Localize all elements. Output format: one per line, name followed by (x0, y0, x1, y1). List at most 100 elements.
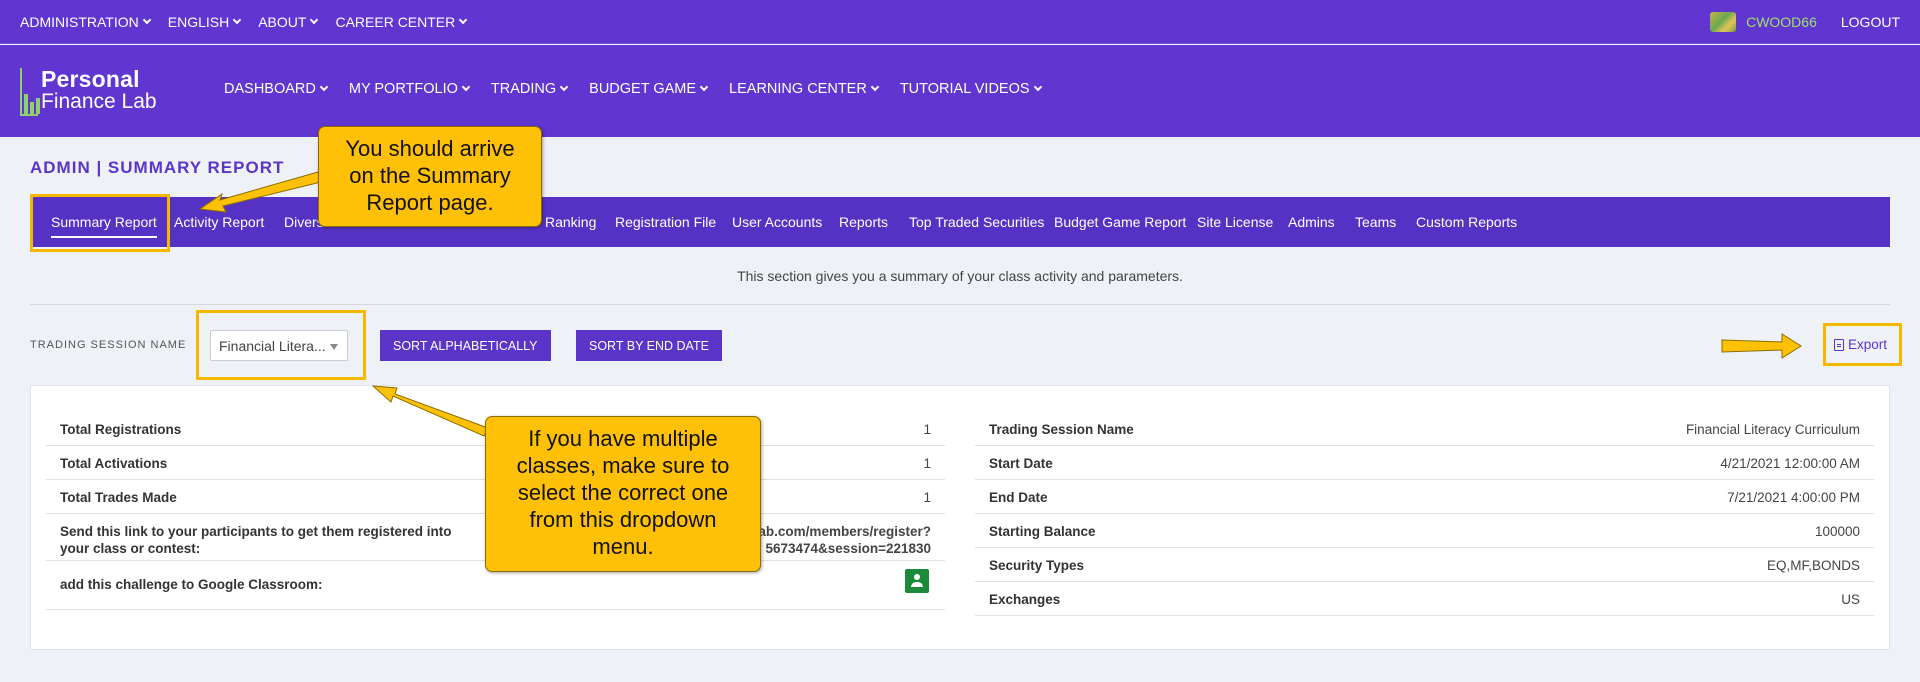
row-label: End Date (989, 490, 1048, 505)
tab-site-license[interactable]: Site License (1197, 214, 1273, 230)
summary-panel: Total Registrations 1 Total Activations … (30, 385, 1890, 650)
nav-label: MY PORTFOLIO (348, 81, 458, 97)
tab-teams[interactable]: Teams (1355, 214, 1396, 230)
callout-line: If you have multiple (528, 426, 718, 451)
callout-line: You should arrive (345, 136, 515, 161)
row-label: Security Types (989, 558, 1085, 573)
row-label: Total Activations (60, 456, 168, 471)
row-label: Total Registrations (60, 422, 182, 437)
table-row: Trading Session Name Financial Literacy … (975, 412, 1874, 446)
callout-line: classes, make sure to (516, 453, 730, 478)
logo[interactable]: Personal Finance Lab (20, 66, 185, 118)
table-row: Start Date 4/21/2021 12:00:00 AM (975, 446, 1874, 480)
nav-budget-game[interactable]: BUDGET GAME (589, 81, 709, 97)
logo-text-line1: Personal (41, 66, 140, 92)
top-menu: ADMINISTRATION ENGLISH ABOUT CAREER CENT… (20, 13, 468, 30)
row-label: Starting Balance (989, 524, 1096, 539)
chevron-down-icon (310, 15, 319, 24)
chevron-down-icon (461, 82, 471, 92)
nav-label: LEARNING CENTER (729, 81, 867, 97)
chevron-down-icon (870, 82, 880, 92)
row-label: Exchanges (989, 592, 1061, 607)
arrow-to-export (1721, 333, 1802, 359)
nav-trading[interactable]: TRADING (490, 81, 569, 97)
row-value: EQ,MF,BONDS (1766, 558, 1860, 573)
nav-label: TUTORIAL VIDEOS (899, 81, 1030, 97)
main-nav: DASHBOARD MY PORTFOLIO TRADING BUDGET GA… (224, 81, 1042, 97)
page-title: ADMIN | SUMMARY REPORT (30, 158, 285, 177)
row-label: Trading Session Name (989, 422, 1134, 437)
chevron-down-icon (1033, 82, 1042, 92)
top-menu-career-center[interactable]: CAREER CENTER (335, 13, 468, 30)
callout-line: menu. (592, 534, 654, 559)
top-menu-label: ADMINISTRATION (20, 13, 139, 30)
chevron-down-icon (142, 15, 151, 24)
section-description: This section gives you a summary of your… (737, 268, 1183, 284)
user-area: CWOOD66 LOGOUT (1710, 11, 1900, 32)
callout-line: on the Summary (349, 163, 511, 188)
callout-dropdown: If you have multiple classes, make sure … (485, 416, 761, 572)
nav-label: BUDGET GAME (589, 81, 697, 97)
sort-alphabetically-button[interactable]: SORT ALPHABETICALLY (380, 330, 551, 361)
top-menu-label: ENGLISH (167, 13, 230, 30)
chevron-down-icon (232, 15, 242, 24)
tab-reports[interactable]: Reports (839, 214, 888, 230)
google-classroom-icon[interactable] (905, 569, 929, 593)
logo-text-line2: Finance Lab (41, 90, 157, 113)
username-link[interactable]: CWOOD66 (1746, 14, 1817, 30)
admin-subnav: Summary Report Activity Report Divers Ra… (30, 197, 1890, 247)
chevron-down-icon (559, 82, 569, 92)
dropdown-highlight (196, 310, 366, 380)
row-value: 7/21/2021 4:00:00 PM (1727, 490, 1860, 505)
row-value: 1 (923, 456, 931, 471)
nav-label: DASHBOARD (224, 81, 316, 97)
tab-admins[interactable]: Admins (1288, 214, 1335, 230)
link-line: lab.com/members/register? (754, 524, 931, 539)
tab-user-accounts[interactable]: User Accounts (732, 214, 822, 230)
row-value: 1 (923, 490, 931, 505)
main-header: Personal Finance Lab DASHBOARD MY PORTFO… (0, 45, 1920, 137)
top-menu-administration[interactable]: ADMINISTRATION (20, 13, 151, 30)
top-menu-label: CAREER CENTER (335, 13, 456, 30)
table-row: Security Types EQ,MF,BONDS (975, 548, 1874, 582)
logout-link[interactable]: LOGOUT (1841, 14, 1900, 30)
row-value: Financial Literacy Curriculum (1685, 422, 1860, 437)
link-line: 5673474&session=221830 (765, 541, 931, 556)
registration-link[interactable]: lab.com/members/register? 5673474&sessio… (755, 523, 931, 557)
label-line: Send this link to your participants to g… (60, 524, 452, 539)
export-highlight (1823, 323, 1902, 366)
top-menu-english[interactable]: ENGLISH (167, 13, 242, 30)
avatar[interactable] (1710, 11, 1737, 32)
tab-registration-file[interactable]: Registration File (615, 214, 716, 230)
callout-summary-report: You should arrive on the Summary Report … (318, 126, 542, 227)
label-line: your class or contest: (60, 541, 201, 556)
tab-custom-reports[interactable]: Custom Reports (1416, 214, 1517, 230)
row-label: Total Trades Made (60, 490, 177, 505)
tab-budget-game-report[interactable]: Budget Game Report (1054, 214, 1186, 230)
tab-top-traded-securities[interactable]: Top Traded Securities (909, 214, 1044, 230)
row-value: 4/21/2021 12:00:00 AM (1720, 456, 1860, 471)
table-row: Exchanges US (975, 582, 1874, 616)
logo-chart-icon (20, 68, 40, 116)
top-menu-about[interactable]: ABOUT (258, 13, 319, 30)
table-row: End Date 7/21/2021 4:00:00 PM (975, 480, 1874, 514)
tab-activity-report[interactable]: Activity Report (174, 214, 264, 230)
row-label: Start Date (989, 456, 1053, 471)
row-value: 100000 (1814, 524, 1860, 539)
nav-dashboard[interactable]: DASHBOARD (224, 81, 329, 97)
session-details-table: Trading Session Name Financial Literacy … (975, 412, 1874, 617)
top-menu-label: ABOUT (258, 13, 307, 30)
nav-label: TRADING (490, 81, 557, 97)
callout-line: from this dropdown (529, 507, 717, 532)
sort-by-end-date-button[interactable]: SORT BY END DATE (576, 330, 722, 361)
nav-learning-center[interactable]: LEARNING CENTER (729, 81, 880, 97)
row-label: Send this link to your participants to g… (60, 523, 452, 557)
chevron-down-icon (319, 82, 329, 92)
callout-line: select the correct one (517, 480, 729, 505)
table-row: Starting Balance 100000 (975, 514, 1874, 548)
tab-ranking[interactable]: Ranking (545, 214, 596, 230)
nav-tutorial-videos[interactable]: TUTORIAL VIDEOS (899, 81, 1042, 97)
nav-my-portfolio[interactable]: MY PORTFOLIO (348, 81, 471, 97)
divider (30, 304, 1890, 305)
trading-session-label: TRADING SESSION NAME (30, 339, 187, 351)
